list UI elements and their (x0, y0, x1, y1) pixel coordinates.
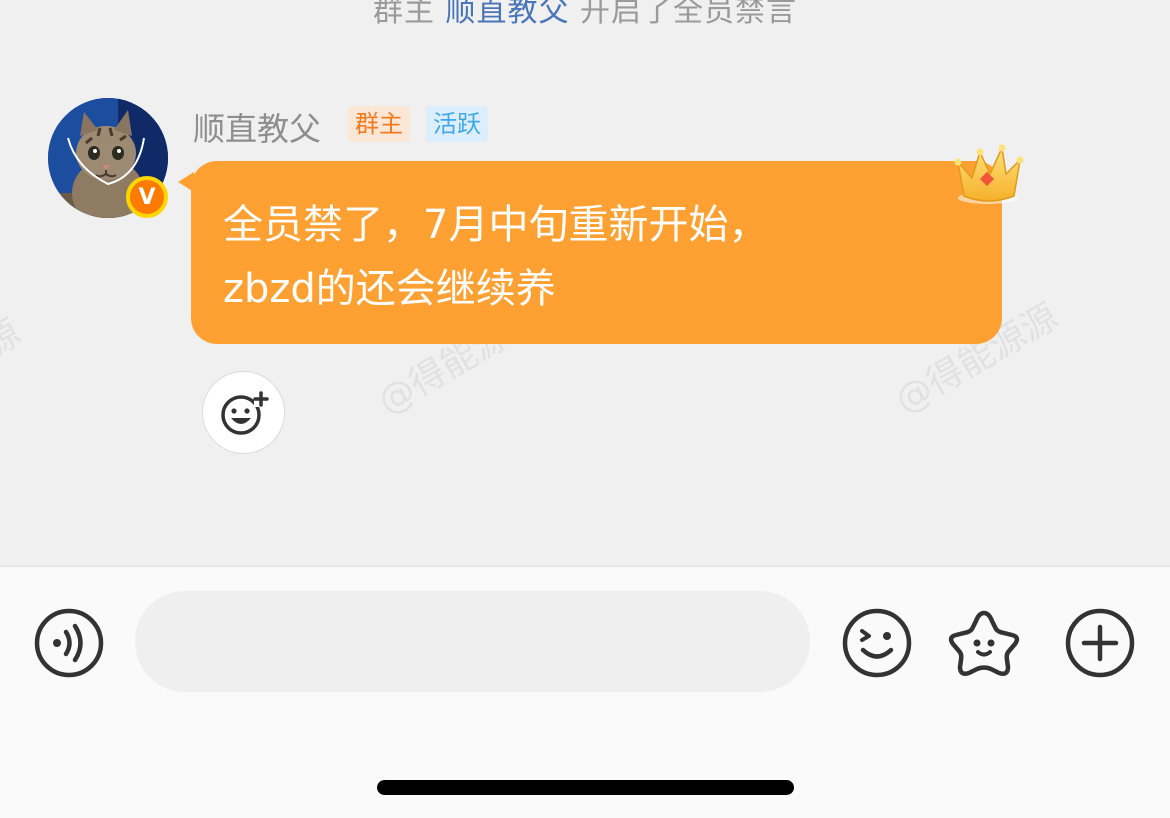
system-notice-user-link[interactable]: 顺直教父 (446, 0, 570, 29)
message-bubble[interactable]: 全员禁了，7月中旬重新开始， zbzd的还会继续养 (191, 161, 1002, 344)
voice-wave-icon[interactable] (33, 607, 105, 679)
watermark: 源 (0, 312, 28, 366)
add-reaction-icon (220, 390, 269, 435)
message-text-line1: 全员禁了，7月中旬重新开始， (223, 202, 769, 248)
star-face-icon[interactable] (948, 607, 1020, 679)
system-notice: 群主 顺直教父 开启了全员禁言 (0, 0, 1170, 30)
input-toolbar (0, 566, 1170, 818)
message-input[interactable] (135, 591, 810, 692)
home-indicator[interactable] (377, 780, 794, 795)
message-text-line2: zbzd的还会继续养 (223, 266, 556, 312)
plus-circle-icon[interactable] (1064, 607, 1136, 679)
add-reaction-button[interactable] (202, 371, 285, 454)
owner-tag: 群主 (348, 106, 410, 142)
system-notice-prefix: 群主 (372, 0, 435, 29)
chat-area: 群主 顺直教父 开启了全员禁言 源 @得能源 @得能源源 V 顺直教父 群主 活… (0, 0, 1170, 566)
sender-name[interactable]: 顺直教父 (193, 104, 321, 150)
system-notice-suffix: 开启了全员禁言 (580, 0, 798, 29)
verified-badge: V (126, 176, 168, 218)
wink-face-icon[interactable] (841, 607, 913, 679)
active-tag: 活跃 (426, 106, 488, 142)
crown-icon (954, 144, 1024, 204)
